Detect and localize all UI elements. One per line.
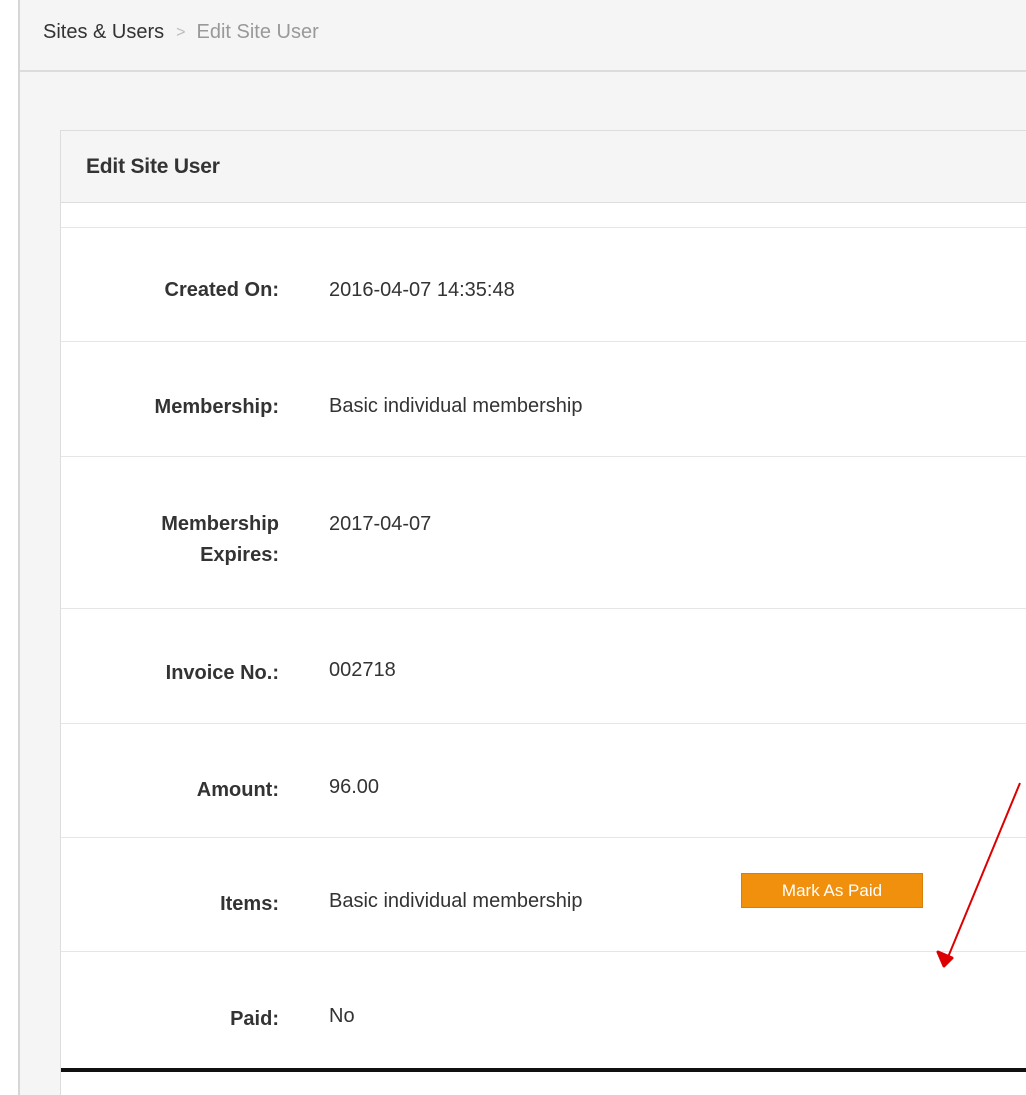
edit-site-user-panel: Edit Site User Created On: 2016-04-07 14… — [60, 130, 1026, 1095]
invoice-no-label: Invoice No.: — [165, 662, 279, 684]
row-membership-expires: Membership Expires: 2017-04-07 — [61, 457, 1026, 609]
section-separator — [61, 1068, 1026, 1072]
page: Sites & Users > Edit Site User Edit Site U… — [0, 0, 1026, 1095]
invoice-no-value: 002718 — [329, 659, 396, 681]
mark-as-paid-button[interactable]: Mark As Paid — [741, 873, 923, 908]
amount-value: 96.00 — [329, 776, 380, 798]
top-bar: Sites & Users > Edit Site User — [20, 0, 1026, 72]
row-invoice-no: Invoice No.: 002718 — [61, 609, 1026, 724]
membership-expires-label-line1: Membership — [161, 513, 279, 535]
paid-label: Paid: — [230, 1008, 279, 1030]
amount-label: Amount: — [196, 779, 279, 801]
created-on-label: Created On: — [164, 279, 279, 301]
created-on-value: 2016-04-07 14:35:48 — [329, 279, 515, 301]
row-amount: Amount: 96.00 — [61, 724, 1026, 838]
row-paid: Paid: No — [61, 952, 1026, 1068]
membership-expires-value: 2017-04-07 — [329, 513, 432, 535]
membership-expires-label: Membership Expires: — [161, 509, 279, 571]
paid-value: No — [329, 1005, 355, 1027]
breadcrumb-sites-users-link[interactable]: Sites & Users — [43, 21, 164, 43]
row-membership: Membership: Basic individual membership — [61, 342, 1026, 457]
items-label: Items: — [220, 893, 279, 915]
membership-value: Basic individual membership — [329, 395, 583, 417]
membership-label: Membership: — [154, 396, 279, 418]
breadcrumb-separator-icon: > — [176, 24, 186, 41]
panel-heading: Edit Site User — [61, 131, 1026, 203]
panel-title: Edit Site User — [86, 155, 220, 178]
breadcrumb: Sites & Users > Edit Site User — [43, 20, 319, 46]
items-value: Basic individual membership — [329, 890, 583, 912]
membership-expires-label-line2: Expires: — [200, 544, 279, 566]
row-created-on: Created On: 2016-04-07 14:35:48 — [61, 228, 1026, 342]
breadcrumb-current: Edit Site User — [196, 21, 319, 43]
